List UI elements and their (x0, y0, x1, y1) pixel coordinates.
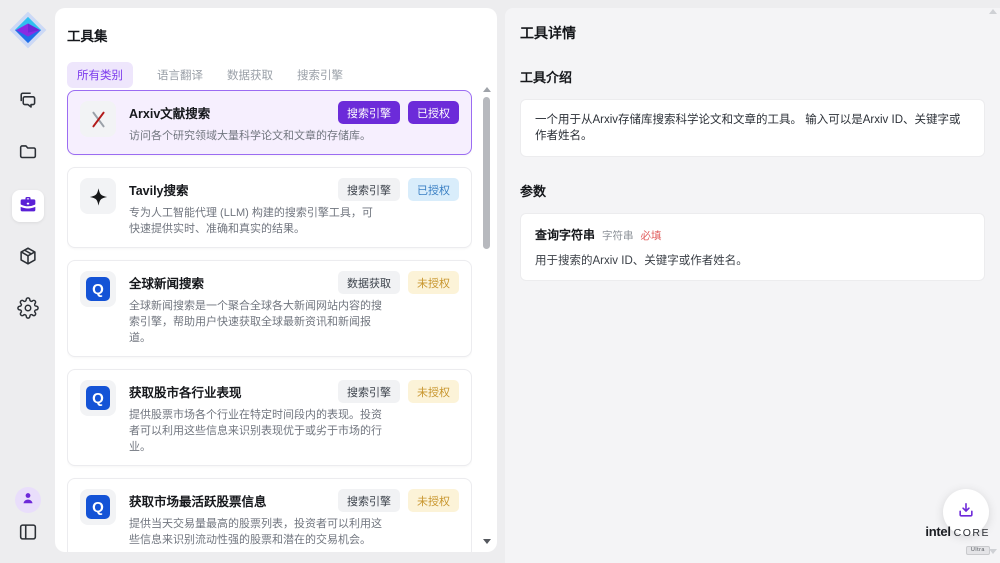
q-icon: Q (80, 271, 116, 307)
panel-toggle-button[interactable] (15, 521, 41, 547)
arxiv-icon (80, 101, 116, 137)
tool-card[interactable]: Q 获取股市各行业表现 搜索引擎未授权提供股票市场各个行业在特定时间段内的表现。投资… (67, 369, 472, 466)
intro-header: 工具介绍 (520, 67, 985, 86)
tool-name: 全球新闻搜索 (129, 271, 204, 292)
sidebar (0, 0, 55, 563)
status-badge: 未授权 (408, 489, 459, 512)
category-tag: 搜索引擎 (338, 178, 400, 201)
param-name: 查询字符串 (535, 226, 595, 243)
status-badge: 已授权 (408, 178, 459, 201)
tab-0[interactable]: 所有类别 (67, 62, 133, 88)
scroll-down-arrow-icon[interactable] (483, 539, 491, 544)
toolbox-icon (17, 193, 39, 220)
core-wordmark: CORE (954, 528, 990, 539)
tool-name: Arxiv文献搜索 (129, 101, 210, 122)
intro-text: 一个用于从Arxiv存储库搜索科学论文和文章的工具。 输入可以是Arxiv ID… (535, 112, 970, 144)
category-tabs: 所有类别语言翻译数据获取搜索引擎 (67, 62, 497, 88)
scroll-up-arrow-icon[interactable] (483, 87, 491, 92)
download-icon (956, 500, 976, 525)
user-icon (20, 490, 36, 511)
category-tag: 搜索引擎 (338, 101, 400, 124)
tool-list: Arxiv文献搜索搜索引擎已授权访问各个研究领域大量科学论文和文章的存储库。Ta… (67, 90, 472, 552)
tool-desc: 专为人工智能代理 (LLM) 构建的搜索引擎工具，可快速提供实时、准确和真实的结… (129, 205, 383, 237)
panel-toggle-icon (17, 521, 39, 548)
user-avatar[interactable] (15, 487, 41, 513)
param-desc: 用于搜索的Arxiv ID、关键字或作者姓名。 (535, 252, 970, 268)
tool-name: 获取股市各行业表现 (129, 380, 242, 401)
star-icon (80, 178, 116, 214)
sidebar-item-packages[interactable] (12, 242, 44, 274)
app-logo-icon (7, 9, 49, 51)
status-badge: 已授权 (408, 101, 459, 124)
param-card: 查询字符串 字符串 必填 用于搜索的Arxiv ID、关键字或作者姓名。 (520, 213, 985, 281)
intro-card: 一个用于从Arxiv存储库搜索科学论文和文章的工具。 输入可以是Arxiv ID… (520, 99, 985, 157)
tool-card[interactable]: Arxiv文献搜索 搜索引擎已授权访问各个研究领域大量科学论文和文章的存储库。 (67, 90, 472, 155)
status-badge: 未授权 (408, 271, 459, 294)
category-tag: 搜索引擎 (338, 380, 400, 403)
tool-desc: 提供当天交易量最高的股票列表，投资者可以利用这些信息来识别流动性强的股票和潜在的… (129, 516, 383, 548)
detail-title: 工具详情 (520, 23, 985, 43)
sidebar-item-files[interactable] (12, 138, 44, 170)
page-scroll-up-icon[interactable] (989, 9, 997, 14)
sidebar-bottom (0, 487, 55, 547)
tool-desc: 全球新闻搜索是一个聚合全球各大新闻网站内容的搜索引擎，帮助用户快速获取全球最新资… (129, 298, 383, 346)
tab-3[interactable]: 搜索引擎 (297, 62, 343, 88)
status-badge: 未授权 (408, 380, 459, 403)
ultra-badge: Ultra (966, 546, 990, 556)
tool-desc: 访问各个研究领域大量科学论文和文章的存储库。 (129, 128, 383, 144)
sidebar-item-toolset[interactable] (12, 190, 44, 222)
intel-wordmark: intel (925, 525, 950, 538)
folder-icon (17, 141, 39, 168)
sidebar-item-chat[interactable] (12, 86, 44, 118)
intel-core-logo: intel CORE Ultra (925, 525, 990, 555)
tool-name: 获取市场最活跃股票信息 (129, 489, 267, 510)
tab-2[interactable]: 数据获取 (227, 62, 273, 88)
package-icon (17, 245, 39, 272)
q-icon: Q (80, 489, 116, 525)
tool-card[interactable]: Q 获取市场最活跃股票信息 搜索引擎未授权提供当天交易量最高的股票列表，投资者可以利… (67, 478, 472, 552)
chat-icon (17, 89, 39, 116)
tool-name: Tavily搜索 (129, 178, 189, 199)
params-header: 参数 (520, 181, 985, 200)
tool-card[interactable]: Q 全球新闻搜索 数据获取未授权全球新闻搜索是一个聚合全球各大新闻网站内容的搜索引擎… (67, 260, 472, 357)
param-required-badge: 必填 (641, 228, 662, 243)
toolset-panel: 工具集 所有类别语言翻译数据获取搜索引擎 Arxiv文献搜索搜索引擎已授权访问各… (55, 8, 497, 552)
tool-card[interactable]: Tavily搜索 搜索引擎已授权专为人工智能代理 (LLM) 构建的搜索引擎工具，… (67, 167, 472, 248)
list-scrollbar[interactable] (482, 85, 491, 546)
q-icon: Q (80, 380, 116, 416)
category-tag: 搜索引擎 (338, 489, 400, 512)
scrollbar-thumb[interactable] (483, 97, 490, 249)
gear-icon (17, 297, 39, 324)
sidebar-item-settings[interactable] (12, 294, 44, 326)
category-tag: 数据获取 (338, 271, 400, 294)
toolset-title: 工具集 (67, 25, 497, 45)
param-type: 字符串 (602, 228, 634, 243)
tool-detail-panel: 工具详情 工具介绍 一个用于从Arxiv存储库搜索科学论文和文章的工具。 输入可… (505, 8, 1000, 563)
sidebar-nav (0, 86, 55, 326)
tool-desc: 提供股票市场各个行业在特定时间段内的表现。投资者可以利用这些信息来识别表现优于或… (129, 407, 383, 455)
tab-1[interactable]: 语言翻译 (157, 62, 203, 88)
page-scroll-down-icon[interactable] (989, 549, 997, 554)
